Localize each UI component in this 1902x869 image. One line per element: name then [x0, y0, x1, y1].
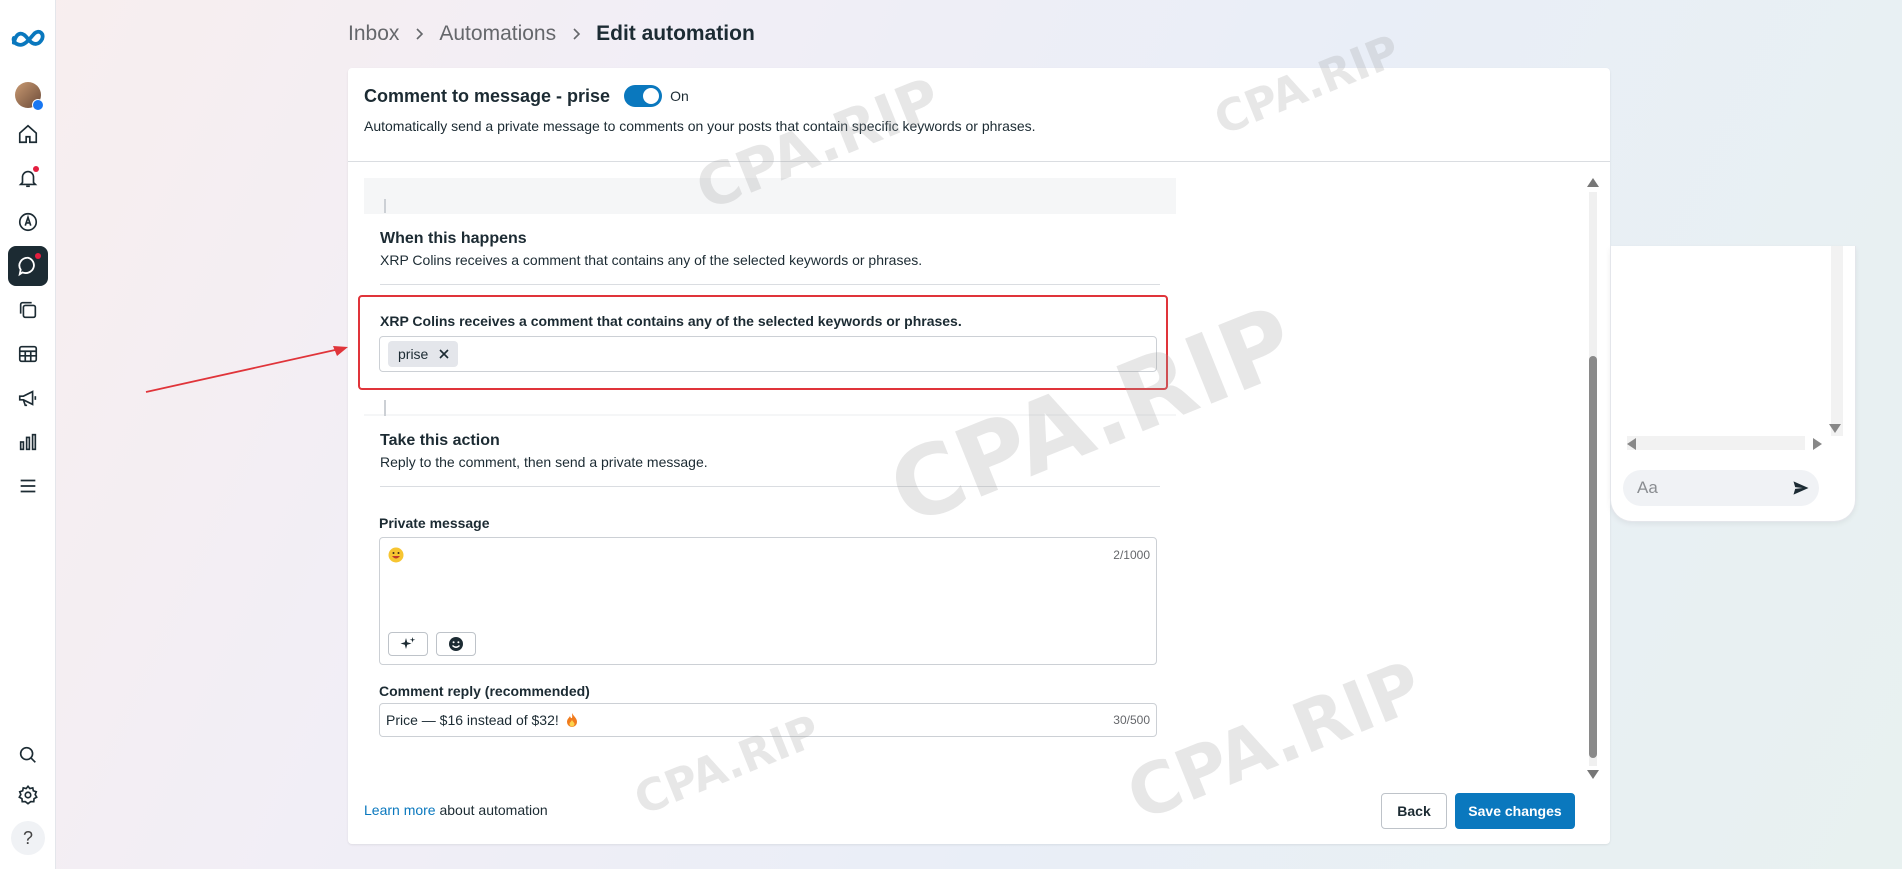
grinning-emoji-icon [388, 547, 404, 563]
facebook-badge-icon [32, 99, 44, 111]
chevron-right-icon [411, 26, 427, 42]
trigger-subtitle: XRP Colins receives a comment that conta… [380, 252, 923, 268]
card-header: Comment to message - prise On Automatica… [364, 84, 1594, 134]
ads-manager-icon[interactable] [8, 202, 48, 242]
content-library-icon[interactable] [8, 290, 48, 330]
preview-input-placeholder: Aa [1637, 478, 1658, 497]
annotation-arrow-icon [145, 346, 348, 393]
home-icon[interactable] [8, 114, 48, 154]
keyword-chip[interactable]: prise [388, 341, 459, 367]
search-icon[interactable] [8, 735, 48, 775]
help-glyph: ? [11, 821, 45, 855]
private-message-label: Private message [379, 515, 490, 531]
profile-avatar[interactable] [15, 82, 44, 111]
planner-table-icon[interactable] [8, 334, 48, 374]
preview-vertical-scrollbar[interactable] [1831, 246, 1843, 436]
learn-more-footer: Learn more about automation [364, 802, 548, 818]
fire-emoji-icon [566, 713, 577, 727]
menu-hamburger-icon[interactable] [8, 466, 48, 506]
scroll-up-arrow-icon[interactable] [1587, 178, 1599, 187]
keywords-input[interactable]: prise [379, 336, 1157, 372]
learn-more-link[interactable]: Learn more [364, 802, 436, 818]
steps-scroll-area[interactable]: When this happens XRP Colins receives a … [364, 178, 1176, 762]
notification-dot [33, 166, 39, 172]
trigger-title: When this happens [380, 230, 527, 247]
header-divider [348, 161, 1610, 162]
megaphone-icon[interactable] [8, 378, 48, 418]
keyword-chip-label: prise [398, 346, 429, 362]
action-divider [380, 486, 1160, 487]
scrollbar-thumb[interactable] [1589, 356, 1597, 758]
private-message-counter: 2/1000 [1113, 548, 1150, 562]
scroll-right-arrow-icon[interactable] [1813, 438, 1822, 450]
remove-keyword-close-icon[interactable] [438, 348, 450, 360]
keywords-label: XRP Colins receives a comment that conta… [380, 313, 962, 329]
action-title: Take this action [380, 432, 500, 449]
card-vertical-scrollbar[interactable] [1586, 178, 1600, 782]
learn-more-suffix: about automation [435, 802, 548, 818]
inbox-dot [35, 253, 41, 259]
automation-title: Comment to message - prise [364, 85, 611, 106]
inbox-chat-icon[interactable] [8, 246, 48, 286]
meta-logo-icon[interactable] [8, 18, 48, 58]
help-icon[interactable]: ? [8, 818, 48, 858]
smiley-icon [449, 637, 463, 651]
comment-reply-label: Comment reply (recommended) [379, 683, 590, 699]
emoji-picker-button[interactable] [436, 632, 476, 656]
ai-sparkle-button[interactable] [388, 632, 428, 656]
save-changes-button[interactable]: Save changes [1455, 793, 1575, 829]
action-subtitle: Reply to the comment, then send a privat… [380, 454, 708, 470]
trigger-divider [380, 284, 1160, 285]
connector-line [384, 199, 386, 213]
left-nav-rail: ? [0, 0, 56, 869]
breadcrumb-inbox[interactable]: Inbox [348, 22, 399, 46]
settings-gear-icon[interactable] [8, 775, 48, 815]
comment-reply-value: Price — $16 instead of $32! [386, 712, 559, 728]
preview-message-input[interactable]: Aa [1623, 470, 1819, 506]
automation-toggle[interactable] [624, 85, 663, 107]
scroll-down-arrow-icon[interactable] [1829, 424, 1841, 433]
breadcrumb-automations[interactable]: Automations [439, 22, 556, 46]
sparkle-icon [400, 637, 416, 649]
toggle-state-label: On [670, 88, 689, 104]
send-icon[interactable] [1791, 478, 1811, 498]
breadcrumb: Inbox Automations Edit automation [348, 20, 755, 48]
breadcrumb-current: Edit automation [596, 22, 755, 45]
back-button[interactable]: Back [1381, 793, 1447, 829]
comment-reply-input[interactable]: Price — $16 instead of $32! 30/500 [379, 703, 1157, 737]
scroll-left-arrow-icon[interactable] [1627, 438, 1636, 450]
comment-reply-counter: 30/500 [1113, 713, 1150, 727]
chevron-right-icon [568, 26, 584, 42]
preview-horizontal-scrollbar[interactable] [1627, 436, 1805, 450]
scroll-down-arrow-icon[interactable] [1587, 770, 1599, 779]
private-message-textarea[interactable]: 2/1000 [379, 537, 1157, 665]
insights-chart-icon[interactable] [8, 422, 48, 462]
notifications-bell-icon[interactable] [8, 158, 48, 198]
automation-description: Automatically send a private message to … [364, 118, 1036, 134]
connector-line [384, 400, 386, 416]
message-preview-phone: Aa [1610, 246, 1856, 522]
